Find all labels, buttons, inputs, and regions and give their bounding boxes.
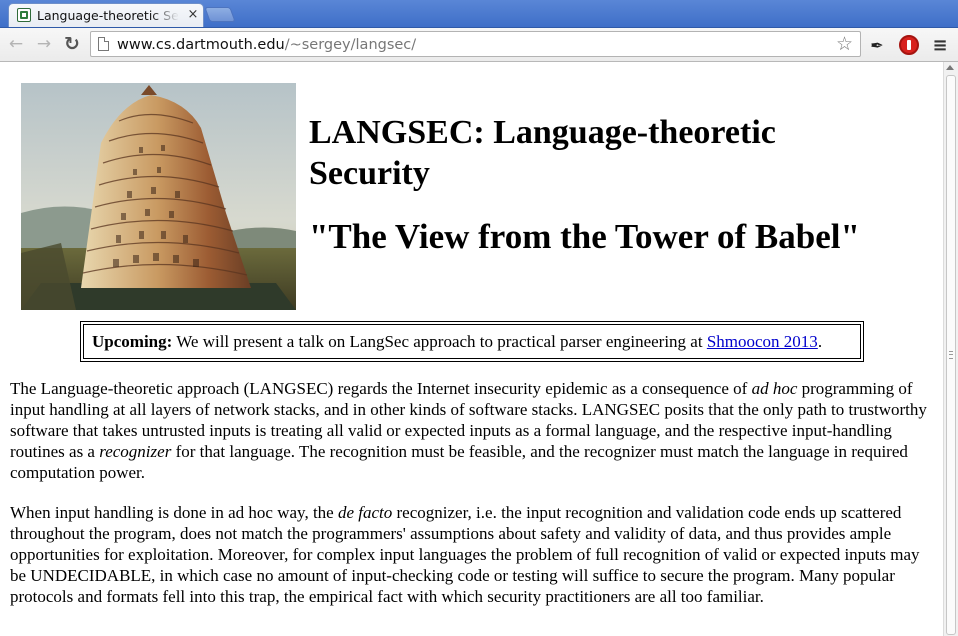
tab-title: Language-theoretic Security	[37, 8, 179, 23]
forward-arrow-icon[interactable]: →	[33, 33, 55, 55]
back-arrow-icon[interactable]: ←	[5, 33, 27, 55]
title-line-1: LANGSEC: Language-theoretic	[309, 114, 776, 151]
page-title: LANGSEC: Language-theoretic Security	[309, 112, 909, 194]
grip-icon	[949, 351, 953, 359]
tab-strip: Language-theoretic Security ×	[0, 0, 958, 28]
browser-tab[interactable]: Language-theoretic Security ×	[8, 3, 204, 27]
vertical-scrollbar[interactable]	[943, 62, 958, 636]
bookmark-star-icon[interactable]: ☆	[836, 34, 853, 54]
second-paragraph: When input handling is done in ad hoc wa…	[10, 502, 932, 607]
p1-emphasis-1: ad hoc	[751, 379, 798, 398]
stop-sign-icon[interactable]	[899, 35, 919, 55]
p2-text-1: When input handling is done in ad hoc wa…	[10, 503, 338, 522]
p2-emphasis-1: de facto	[337, 503, 393, 522]
upcoming-text: We will present a talk on LangSec approa…	[172, 332, 707, 351]
page-subtitle: "The View from the Tower of Babel"	[309, 217, 860, 256]
close-icon[interactable]: ×	[185, 7, 201, 23]
scroll-up-arrow-icon[interactable]	[946, 65, 954, 70]
p1-text-1: The Language-theoretic approach (LANGSEC…	[10, 379, 752, 398]
favicon-icon	[17, 8, 31, 22]
reload-icon[interactable]: ↻	[61, 33, 83, 55]
scrollbar-thumb[interactable]	[946, 75, 956, 635]
tower-of-babel-image	[21, 83, 296, 310]
page-icon	[98, 37, 109, 51]
hamburger-menu-icon[interactable]: ≡	[930, 36, 950, 56]
p1-emphasis-2: recognizer	[99, 442, 172, 461]
address-bar[interactable]: www.cs.dartmouth.edu/~sergey/langsec/ ☆	[90, 31, 861, 57]
upcoming-end: .	[817, 332, 823, 351]
url-text[interactable]: www.cs.dartmouth.edu/~sergey/langsec/	[117, 36, 416, 54]
upcoming-content: Upcoming: We will present a talk on Lang…	[83, 324, 861, 359]
browser-toolbar: ← → ↻ www.cs.dartmouth.edu/~sergey/langs…	[0, 28, 958, 62]
url-host: www.cs.dartmouth.edu	[117, 37, 285, 53]
page-content: LANGSEC: Language-theoretic Security "The…	[0, 62, 943, 636]
shmoocon-link[interactable]: Shmoocon 2013	[707, 332, 818, 351]
upcoming-box: Upcoming: We will present a talk on Lang…	[80, 321, 864, 362]
new-tab-button[interactable]	[204, 7, 236, 22]
title-line-2: Security	[309, 155, 430, 192]
url-path: /~sergey/langsec/	[284, 37, 417, 53]
pin-icon[interactable]: ✒	[867, 36, 887, 56]
upcoming-label: Upcoming:	[92, 332, 173, 351]
intro-paragraph: The Language-theoretic approach (LANGSEC…	[10, 378, 932, 483]
